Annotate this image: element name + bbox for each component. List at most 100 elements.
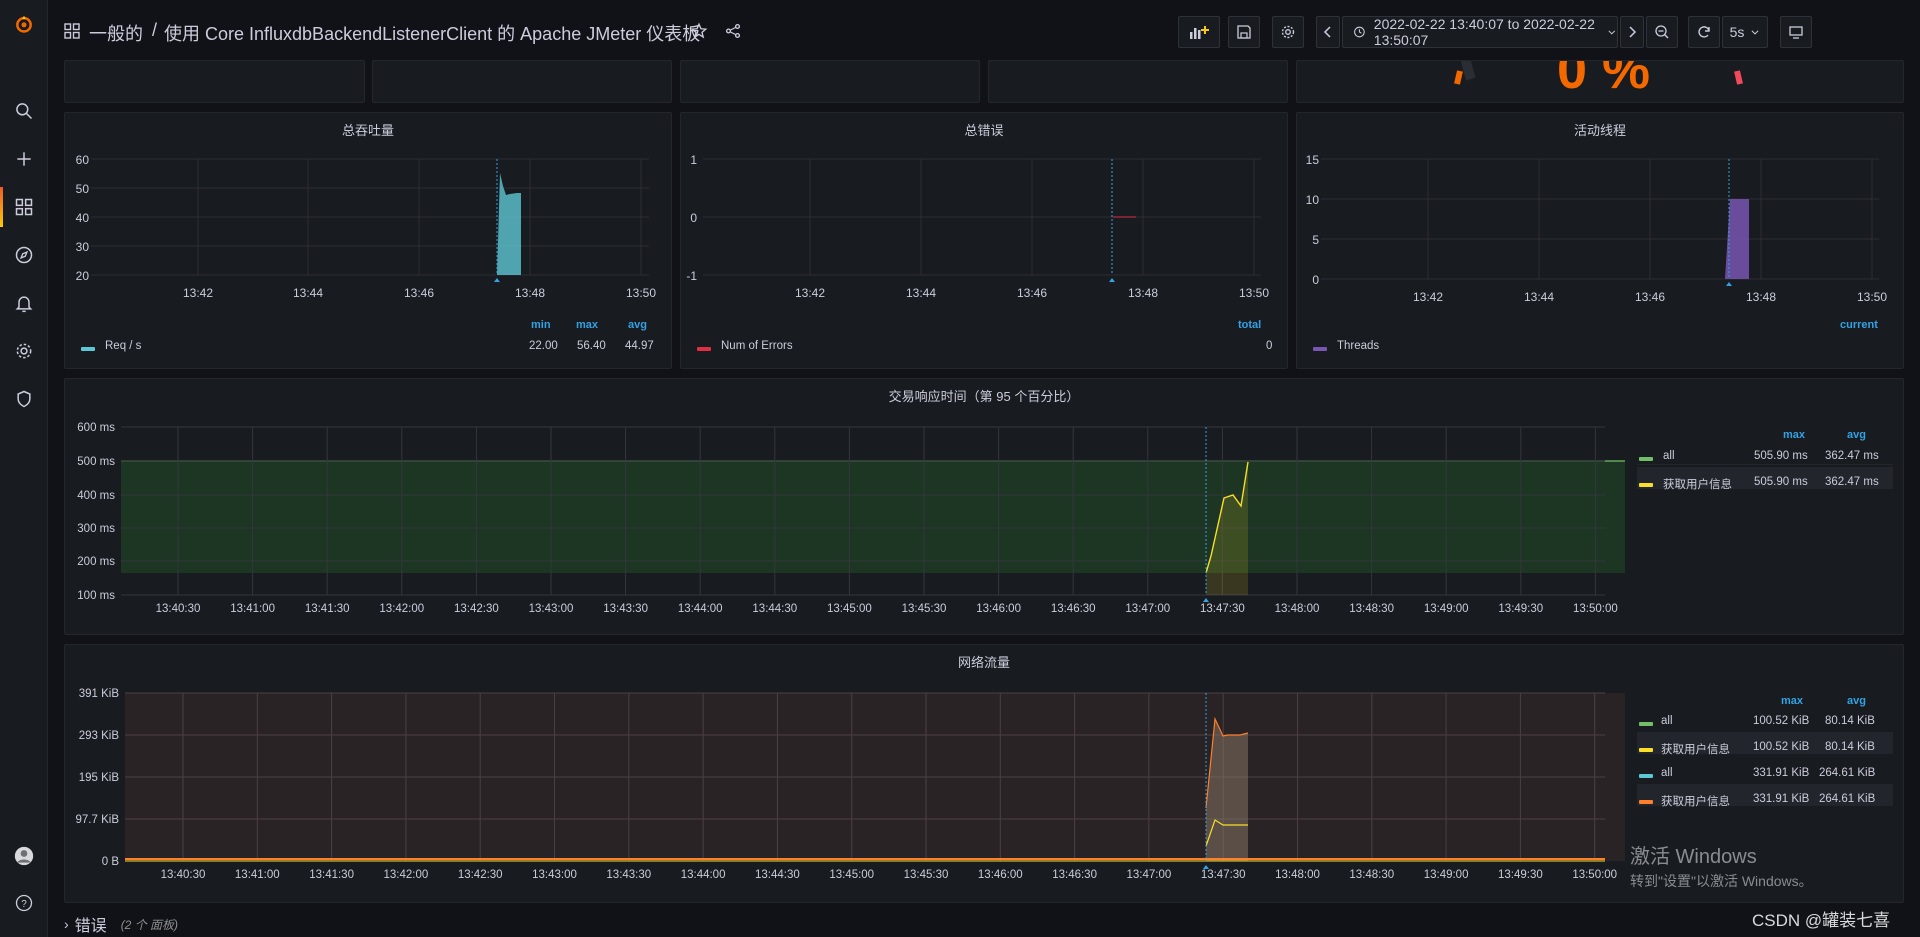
x-tick: 13:49:00 [1424, 869, 1469, 881]
panel-title[interactable]: 网络流量 [65, 652, 1903, 671]
tv-mode-button[interactable] [1780, 16, 1812, 48]
time-range-label: 2022-02-22 13:40:07 to 2022-02-22 13:50:… [1373, 16, 1595, 48]
legend-series-name[interactable]: 获取用户信息 [1663, 476, 1732, 492]
time-back-button[interactable] [1316, 16, 1340, 48]
dashboards-icon[interactable] [8, 191, 40, 223]
panel-title[interactable]: 总错误 [681, 120, 1287, 139]
legend-header-total: total [1238, 319, 1262, 331]
errors-graph[interactable]: 1 0 -1 13:42 13:44 13:46 13:48 13:50 [681, 145, 1289, 345]
legend-header-min: min [531, 319, 551, 331]
refresh-interval-label: 5s [1729, 24, 1745, 40]
legend-swatch [1313, 347, 1327, 351]
panel-title[interactable]: 交易响应时间（第 95 个百分比） [65, 386, 1903, 405]
chevron-down-icon [1751, 30, 1759, 35]
stat-panel [680, 60, 980, 103]
x-tick: 13:45:30 [902, 603, 947, 615]
chevron-right-icon: › [64, 916, 69, 932]
legend-series-name[interactable]: Threads [1337, 340, 1379, 352]
avatar[interactable] [8, 840, 40, 872]
legend-header-max: max [1781, 695, 1804, 707]
x-tick: 13:48 [1746, 290, 1776, 304]
legend-series-name[interactable]: Req / s [105, 340, 141, 352]
gauge-value: 0 % [1557, 60, 1651, 100]
legend-series-name[interactable]: Num of Errors [721, 340, 793, 352]
legend-swatch [1639, 774, 1653, 778]
y-tick: 30 [76, 240, 90, 254]
x-tick: 13:43:30 [606, 869, 651, 881]
x-tick: 13:42:30 [454, 603, 499, 615]
legend-value-max: 100.52 KiB [1753, 741, 1810, 753]
server-admin-shield-icon[interactable] [8, 383, 40, 415]
x-tick: 13:42:00 [379, 603, 424, 615]
y-tick: 50 [76, 182, 90, 196]
legend-value-max: 505.90 ms [1754, 476, 1808, 488]
share-icon[interactable] [724, 22, 742, 45]
y-tick: 200 ms [77, 556, 115, 568]
x-tick: 13:46:30 [1051, 603, 1096, 615]
x-tick: 13:42 [795, 286, 825, 300]
dashboard-title[interactable]: 使用 Core InfluxdbBackendListenerClient 的 … [164, 20, 700, 46]
search-icon[interactable] [8, 95, 40, 127]
refresh-button[interactable] [1688, 16, 1720, 48]
x-tick: 13:41:30 [309, 869, 354, 881]
x-tick: 13:42:00 [384, 869, 429, 881]
row-title[interactable]: 错误 [75, 912, 107, 936]
x-tick: 13:42 [183, 286, 213, 300]
legend-series-name[interactable]: all [1663, 450, 1675, 462]
panel-title[interactable]: 活动线程 [1297, 120, 1903, 139]
stat-panel [64, 60, 365, 103]
help-icon[interactable]: ? [8, 887, 40, 919]
legend-series-name[interactable]: 获取用户信息 [1661, 793, 1730, 809]
panel-title[interactable]: 总吞吐量 [65, 120, 671, 139]
legend-header-max: max [1783, 429, 1806, 441]
time-range-picker[interactable]: 2022-02-22 13:40:07 to 2022-02-22 13:50:… [1342, 16, 1618, 48]
y-tick: 600 ms [77, 422, 115, 434]
save-dashboard-button[interactable] [1228, 16, 1260, 48]
legend-value-max: 331.91 KiB [1753, 767, 1810, 779]
throughput-graph[interactable]: 60 50 40 30 20 13:42 13:44 13:46 13:48 1… [65, 145, 673, 345]
zoom-out-button[interactable] [1646, 16, 1678, 48]
legend-series-name[interactable]: all [1661, 767, 1673, 779]
add-panel-button[interactable] [1178, 16, 1220, 48]
throughput-panel[interactable]: 总吞吐量 60 50 40 30 20 13:42 13:44 13:46 13… [64, 112, 672, 369]
legend-swatch [1639, 457, 1653, 461]
time-forward-button[interactable] [1620, 16, 1644, 48]
grafana-logo-icon[interactable] [8, 8, 40, 40]
x-tick: 13:46:30 [1052, 869, 1097, 881]
network-graph[interactable]: 391 KiB 293 KiB 195 KiB 97.7 KiB 0 B 13:… [65, 671, 1625, 901]
response-time-graph[interactable]: 600 ms 500 ms 400 ms 300 ms 200 ms 100 m… [65, 405, 1625, 635]
dashboard-settings-button[interactable] [1272, 16, 1304, 48]
errors-panel[interactable]: 总错误 1 0 -1 13:42 13:44 13:46 13:48 13:50… [680, 112, 1288, 369]
refresh-interval-picker[interactable]: 5s [1722, 16, 1768, 48]
alerting-bell-icon[interactable] [8, 287, 40, 319]
breadcrumb-folder[interactable]: 一般的 [89, 20, 143, 46]
legend-series-name[interactable]: all [1661, 715, 1673, 727]
x-tick: 13:46 [1017, 286, 1047, 300]
create-plus-icon[interactable] [8, 143, 40, 175]
explore-compass-icon[interactable] [8, 239, 40, 271]
x-tick: 13:45:30 [904, 869, 949, 881]
configuration-gear-icon[interactable] [8, 335, 40, 367]
x-tick: 13:43:30 [603, 603, 648, 615]
y-tick: 60 [76, 153, 90, 167]
legend-swatch [697, 347, 711, 351]
svg-text:?: ? [21, 899, 27, 910]
collapsed-row-errors[interactable]: › 错误 (2 个 面板) [64, 911, 178, 937]
network-panel[interactable]: 网络流量 391 KiB 293 KiB 195 KiB 97.7 KiB 0 … [64, 644, 1904, 903]
side-menu: ? [0, 0, 48, 937]
x-tick: 13:47:30 [1200, 603, 1245, 615]
response-time-panel[interactable]: 交易响应时间（第 95 个百分比） 600 ms 500 ms 400 ms 3… [64, 378, 1904, 635]
y-tick: 195 KiB [79, 772, 120, 784]
legend-series-name[interactable]: 获取用户信息 [1661, 741, 1730, 757]
legend-header-avg: avg [1847, 695, 1866, 707]
y-tick: 1 [690, 153, 697, 167]
threads-panel[interactable]: 活动线程 15 10 5 0 13:42 13:44 13:46 13:48 1… [1296, 112, 1904, 369]
threads-graph[interactable]: 15 10 5 0 13:42 13:44 13:46 13:48 13:50 [1297, 145, 1905, 345]
csdn-credit: CSDN @罐装七喜 [1752, 911, 1891, 930]
x-tick: 13:42 [1413, 290, 1443, 304]
legend-swatch [1639, 748, 1653, 752]
x-tick: 13:50:00 [1573, 603, 1618, 615]
legend-value-min: 22.00 [529, 340, 558, 352]
y-tick: 20 [76, 269, 90, 283]
star-icon[interactable] [690, 22, 708, 45]
